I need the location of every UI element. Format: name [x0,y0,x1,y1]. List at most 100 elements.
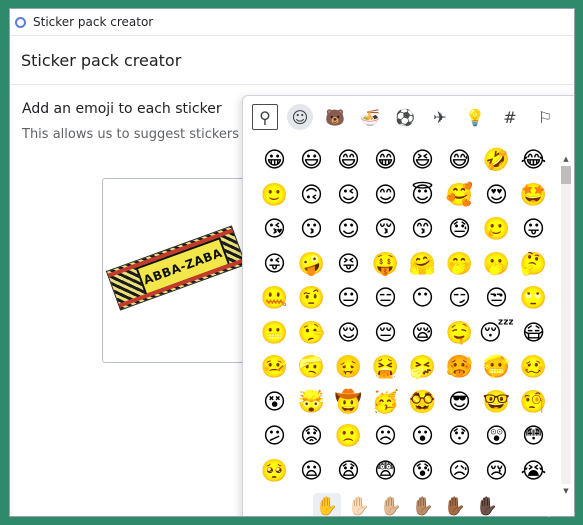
emoji-item[interactable]: 🤠 [330,386,367,421]
emoji-item[interactable]: 😄 [330,144,367,179]
scroll-down-icon[interactable]: ▼ [561,486,571,496]
emoji-item[interactable]: 🤢 [330,351,367,386]
emoji-item[interactable]: 🤪 [293,248,330,283]
emoji-item[interactable]: 😯 [441,420,478,455]
emoji-item[interactable]: 🤨 [293,282,330,317]
emoji-item[interactable]: 😛 [515,213,552,248]
emoji-item[interactable]: 😀 [256,144,293,179]
emoji-item[interactable]: 😳 [515,420,552,455]
emoji-item[interactable]: 😙 [404,213,441,248]
emoji-item[interactable]: 😊 [367,179,404,214]
emoji-item[interactable]: 🙂 [256,179,293,214]
emoji-item[interactable]: 🤧 [404,351,441,386]
emoji-item[interactable]: 🥶 [478,351,515,386]
emoji-item[interactable]: ☺ [330,213,367,248]
emoji-item[interactable]: 😬 [256,317,293,352]
emoji-item[interactable]: 🤥 [293,317,330,352]
emoji-item[interactable]: 😔 [367,317,404,352]
emoji-item[interactable]: 🥰 [441,179,478,214]
emoji-item[interactable]: 😍 [478,179,515,214]
scroll-up-icon[interactable]: ▲ [561,154,571,164]
skin-tone-option[interactable]: ✋🏼 [377,493,405,517]
emoji-item[interactable]: 😧 [330,455,367,490]
skin-tone-option[interactable]: ✋🏻 [345,493,373,517]
animals-category-icon[interactable]: 🐻 [322,104,348,130]
emoji-item[interactable]: 😁 [367,144,404,179]
emoji-item[interactable]: 🤮 [367,351,404,386]
emoji-picker: ⚲ ☺ 🐻 🍜 ⚽ ✈ 💡 # ⚐ 😀 😃 😄 😁 😆 😅 🤣 😂 🙂 🙃 😉 😊 😇 🥰 😍 🤩 😘 😗 ☺ 😚 😙 😓 🥲 😛 😜 🤪 😝 🤑 🤗 🤭… [242,95,574,517]
emoji-item[interactable]: 🤭 [441,248,478,283]
emoji-item[interactable]: 😚 [367,213,404,248]
emoji-item[interactable]: 😟 [293,420,330,455]
emoji-item[interactable]: 🙄 [515,282,552,317]
emoji-item[interactable]: 😨 [367,455,404,490]
emoji-item[interactable]: 😷 [515,317,552,352]
sticker-image: ABBA-ZABA [105,225,247,311]
emoji-item[interactable]: 🥵 [441,351,478,386]
scroll-thumb[interactable] [561,166,571,184]
emoji-item[interactable]: 😲 [478,420,515,455]
emoji-item[interactable]: 🧐 [515,386,552,421]
emoji-item[interactable]: 😆 [404,144,441,179]
emoji-item[interactable]: 🥴 [515,351,552,386]
emoji-item[interactable]: 🤯 [293,386,330,421]
skin-tone-option[interactable]: ✋🏽 [409,493,437,517]
emoji-item[interactable]: 😂 [515,144,552,179]
search-icon[interactable]: ⚲ [252,104,278,130]
emoji-item[interactable]: 😏 [441,282,478,317]
emoji-item[interactable]: 😝 [330,248,367,283]
emoji-scrollbar[interactable]: ▲ ▼ [561,155,571,495]
emoji-item[interactable]: 😃 [293,144,330,179]
emoji-item[interactable]: 🫢 [478,248,515,283]
skin-tone-option[interactable]: ✋🏾 [441,493,469,517]
emoji-item[interactable]: 🥳 [367,386,404,421]
emoji-item[interactable]: 😓 [441,213,478,248]
emoji-item[interactable]: 😘 [256,213,293,248]
emoji-item[interactable]: 😰 [404,455,441,490]
emoji-item[interactable]: 😉 [330,179,367,214]
emoji-item[interactable]: 😇 [404,179,441,214]
emoji-item[interactable]: 😒 [478,282,515,317]
emoji-item[interactable]: 😜 [256,248,293,283]
emoji-item[interactable]: 🤤 [441,317,478,352]
skin-tone-option[interactable]: ✋ [313,493,341,516]
emoji-item[interactable]: 🥲 [478,213,515,248]
emoji-item[interactable]: 😅 [441,144,478,179]
objects-category-icon[interactable]: 💡 [462,104,488,130]
emoji-item[interactable]: 😵 [256,386,293,421]
emoji-item[interactable]: 🙁 [330,420,367,455]
emoji-item[interactable]: 🤩 [515,179,552,214]
emoji-item[interactable]: 🤓 [478,386,515,421]
emoji-item[interactable]: 😭 [515,455,552,490]
emoji-item[interactable]: 😮 [404,420,441,455]
emoji-item[interactable]: 🤕 [293,351,330,386]
emoji-item[interactable]: 😑 [367,282,404,317]
emoji-item[interactable]: 🤣 [478,144,515,179]
emoji-item[interactable]: 😶 [404,282,441,317]
emoji-item[interactable]: 😪 [404,317,441,352]
smileys-category-icon[interactable]: ☺ [287,104,313,130]
emoji-item[interactable]: 😥 [441,455,478,490]
emoji-item[interactable]: 🤐 [256,282,293,317]
emoji-item[interactable]: 🙃 [293,179,330,214]
travel-category-icon[interactable]: ✈ [427,104,453,130]
emoji-item[interactable]: 😎 [441,386,478,421]
emoji-item[interactable]: 😌 [330,317,367,352]
emoji-item[interactable]: 🤗 [404,248,441,283]
activity-category-icon[interactable]: ⚽ [392,104,418,130]
emoji-item[interactable]: 🥺 [256,455,293,490]
emoji-item[interactable]: ☹ [367,420,404,455]
emoji-item[interactable]: 😢 [478,455,515,490]
emoji-item[interactable]: 😴 [478,317,515,352]
emoji-item[interactable]: 😐 [330,282,367,317]
flags-category-icon[interactable]: ⚐ [532,104,558,130]
emoji-item[interactable]: 😗 [293,213,330,248]
emoji-item[interactable]: 🤔 [515,248,552,283]
emoji-item[interactable]: 😦 [293,455,330,490]
symbols-category-icon[interactable]: # [497,104,523,130]
emoji-item[interactable]: 🥸 [404,386,441,421]
emoji-item[interactable]: 🤑 [367,248,404,283]
food-category-icon[interactable]: 🍜 [357,104,383,130]
emoji-item[interactable]: 🤒 [256,351,293,386]
emoji-item[interactable]: 😕 [256,420,293,455]
